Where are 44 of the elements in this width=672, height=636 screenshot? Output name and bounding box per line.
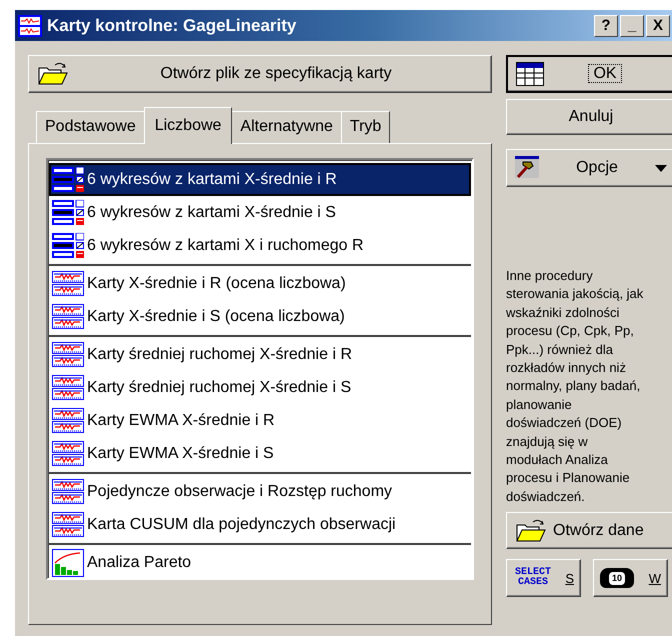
multi-chart-icon <box>52 233 84 258</box>
open-data-button[interactable]: Otwórz dane <box>506 512 672 550</box>
tab[interactable]: Tryb <box>340 111 390 143</box>
control-chart-icon <box>52 479 84 504</box>
app-icon <box>18 14 42 36</box>
list-item[interactable]: Pojedyncze obserwacje i Rozstęp ruchomy <box>49 475 471 508</box>
control-chart-icon <box>52 408 84 433</box>
options-button[interactable]: Opcje <box>506 149 672 187</box>
list-item[interactable]: 6 wykresów z kartami X-średnie i R <box>49 163 471 196</box>
control-chart-icon <box>52 375 84 400</box>
list-item[interactable]: Karty EWMA X-średnie i S <box>49 437 471 470</box>
bar-chart-icon <box>52 548 84 576</box>
control-chart-icon <box>52 512 84 537</box>
list-item[interactable]: Karty EWMA X-średnie i R <box>49 404 471 437</box>
weight-icon: 10 <box>600 568 634 588</box>
control-chart-icon <box>52 271 84 296</box>
control-chart-icon <box>52 304 84 329</box>
tab[interactable]: Liczbowe <box>144 107 232 144</box>
list-item[interactable]: Karty średniej ruchomej X-średnie i S <box>49 371 471 404</box>
list-item[interactable]: Analiza Pareto <box>49 546 471 579</box>
help-button[interactable]: ? <box>594 14 618 36</box>
minimize-button[interactable]: _ <box>620 14 644 36</box>
list-item[interactable]: Karty średniej ruchomej X-średnie i R <box>49 338 471 371</box>
control-chart-icon <box>52 342 84 367</box>
list-item[interactable]: 6 wykresów z kartami X-średnie i S <box>49 196 471 229</box>
open-spec-button[interactable]: Otwórz plik ze specyfikacją karty <box>28 55 492 93</box>
weight-button[interactable]: 10 W <box>593 559 668 598</box>
tab[interactable]: Podstawowe <box>36 111 145 143</box>
caret-icon <box>655 164 667 172</box>
list-item[interactable]: 6 wykresów z kartami X i ruchomego R <box>49 229 471 262</box>
table-icon <box>516 62 544 86</box>
select-cases-button[interactable]: SELECT CASES S <box>506 559 581 598</box>
window-title: Karty kontrolne: GageLinearity <box>47 14 298 37</box>
control-chart-icon <box>52 441 84 466</box>
ok-button[interactable]: OK <box>506 55 672 93</box>
multi-chart-icon <box>52 200 84 225</box>
hammer-icon <box>515 156 539 180</box>
close-button[interactable]: X <box>646 14 670 36</box>
multi-chart-icon <box>52 167 84 192</box>
list-item[interactable]: Karty X-średnie i R (ocena liczbowa) <box>49 267 471 300</box>
cancel-button[interactable]: Anuluj <box>506 99 672 135</box>
list-item[interactable]: Karty X-średnie i S (ocena liczbowa) <box>49 300 471 333</box>
list-item[interactable]: Karta CUSUM dla pojedynczych obserwacji <box>49 508 471 541</box>
info-text: Inne procedury sterowania jakością, jak wskaźniki zdolności procesu (Cp, Cpk, Pp, Ppk...) również dla rozkładów innych niż normalny, plany badań, planowanie doświadczeń (DOE) znajdują się w modułach Analiza procesu i Planowanie doświadczeń. <box>506 267 644 506</box>
